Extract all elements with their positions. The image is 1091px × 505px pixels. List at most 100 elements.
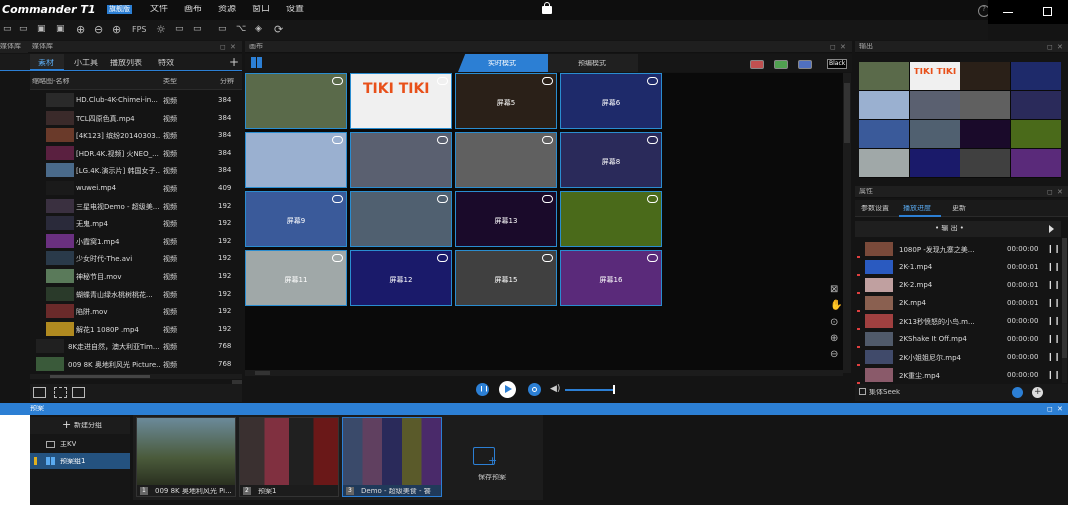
canvas-screen-cell[interactable] [350,191,452,247]
loop-icon[interactable] [437,195,448,203]
canvas-screen-cell[interactable]: 屏幕12 [350,250,452,306]
panel-pin-icon[interactable]: ◻ [220,43,226,51]
menu-settings[interactable]: 设置 [286,5,304,14]
minimize-button[interactable] [988,0,1028,24]
layers-icon[interactable]: ◈ [255,25,262,34]
menu-window[interactable]: 窗口 [252,5,270,14]
canvas-screen-cell[interactable]: 屏幕11 [245,250,347,306]
preset-close-icon[interactable]: ✕ [1057,405,1063,413]
tab-parameters[interactable]: 参数设置 [861,205,889,212]
canvas-screen-cell[interactable]: 屏幕8 [560,132,662,188]
media-row[interactable]: 解花1 1080P .mp4 视频 192 [0,320,238,338]
preset-card-3[interactable]: 3 Demo - 超级美食 - 饕 [342,417,442,497]
playlist-pause-button[interactable]: ❙❙ [1047,316,1060,325]
media-row[interactable]: 无鬼.mp4 视频 192 [0,214,238,232]
preset-group-main[interactable]: 主KV [30,436,130,453]
volume-icon[interactable]: ◀) [550,385,560,394]
loop-icon[interactable] [542,77,553,85]
monitor-icon[interactable]: ▭ [175,25,184,34]
zoom-fit-icon[interactable]: ⊕ [112,24,121,35]
canvas-hscrollbar[interactable] [245,370,843,376]
tab-precompile-mode[interactable]: 预编模式 [548,54,638,72]
fps-button[interactable]: FPS [132,26,147,34]
canvas-pin-icon[interactable]: ◻ [830,43,836,51]
preset-card-2[interactable]: 2 预案1 [239,417,339,497]
canvas-screen-cell[interactable]: 屏幕9 [245,191,347,247]
playlist-item[interactable]: 2K小姐姐尼尔.mp4 00:00:00 ❙❙ [857,348,1062,366]
playlist-item[interactable]: 1080P -发现九寨之美... 00:00:00 ❙❙ [857,240,1062,258]
playlist-pause-button[interactable]: ❙❙ [1047,280,1060,289]
zoom-in-icon[interactable]: ⊕ [76,24,85,35]
loop-icon[interactable] [542,136,553,144]
playlist-pause-button[interactable]: ❙❙ [1047,262,1060,271]
playlist-item[interactable]: 2K-1.mp4 00:00:01 ❙❙ [857,258,1062,276]
media-row[interactable]: [HDR.4K.视频] 火NEO_... 视频 384 [0,144,238,162]
media-row[interactable]: 蝴蝶青山绿水桃树桃花... 视频 192 [0,285,238,303]
media-hscroll-thumb[interactable] [50,375,150,378]
playlist-item[interactable]: 2K13秒愤怒的小鸟.m... 00:00:00 ❙❙ [857,312,1062,330]
loop-icon[interactable] [647,195,658,203]
canvas-zoom-in-icon[interactable]: ⊕ [830,334,838,344]
output-expand-icon[interactable] [1049,225,1054,233]
color-green-swatch[interactable] [774,60,788,69]
tab-live-mode[interactable]: 实时模式 [458,54,548,72]
refresh-icon[interactable]: ⟳ [274,24,283,35]
menu-resource[interactable]: 资源 [218,5,236,14]
media-hscrollbar[interactable] [30,374,242,379]
media-row[interactable]: 009 8K 奥地利风光 Picture... 视频 768 [0,355,238,373]
loop-icon[interactable] [437,136,448,144]
loop-icon[interactable] [332,254,343,262]
tab-playlist[interactable]: 播放列表 [110,59,142,67]
canvas-hscroll-thumb[interactable] [255,371,270,375]
tab-widgets[interactable]: 小工具 [74,59,98,67]
color-blue-swatch[interactable] [798,60,812,69]
canvas-screen-cell[interactable]: 屏幕13 [455,191,557,247]
media-row[interactable]: TCL四原色真.mp4 视频 384 [0,109,238,127]
zoom-out-icon[interactable]: ⊖ [94,24,103,35]
playlist-pause-button[interactable]: ❙❙ [1047,352,1060,361]
canvas-screen-cell[interactable] [245,73,347,129]
timer-icon[interactable] [1012,387,1023,398]
playlist-pause-button[interactable]: ❙❙ [1047,334,1060,343]
hand-icon[interactable]: ✋ [830,301,842,311]
save-icon[interactable]: ▣ [37,25,46,34]
output-pin-icon[interactable]: ◻ [1047,43,1053,51]
loop-icon[interactable] [647,77,658,85]
canvas-screen-cell[interactable] [245,132,347,188]
menu-file[interactable]: 文件 [150,5,168,14]
loop-icon[interactable] [437,254,448,262]
playlist-item[interactable]: 2K重尘.mp4 00:00:00 ❙❙ [857,366,1062,384]
group-seek-checkbox[interactable] [859,388,866,395]
panel-close-icon[interactable]: ✕ [230,43,236,51]
media-row[interactable]: 8K走进自然，澳大利亚Tim... 视频 768 [0,337,238,355]
tab-material[interactable]: 素材 [30,54,64,71]
canvas-screen-cell[interactable]: 屏幕15 [455,250,557,306]
loop-icon[interactable] [437,77,448,85]
loop-icon[interactable] [332,77,343,85]
playlist-item[interactable]: 2K.mp4 00:00:01 ❙❙ [857,294,1062,312]
new-group-button[interactable]: + 新建分组 [30,417,130,434]
playlist-item[interactable]: 2K-2.mp4 00:00:01 ❙❙ [857,276,1062,294]
column-type[interactable]: 类型 [163,78,177,85]
play-button[interactable] [499,381,516,398]
media-row[interactable]: [4K123] 缤纷20140303... 视频 384 [0,126,238,144]
preset-group-1[interactable]: 预案组1 [30,453,130,469]
tab-effects[interactable]: 特效 [158,59,174,67]
canvas-screen-cell[interactable]: 屏幕16 [560,250,662,306]
tab-playback-progress[interactable]: 播放进度 [899,200,941,217]
output-close-icon[interactable]: ✕ [1057,43,1063,51]
restore-button[interactable] [1028,0,1068,24]
black-button[interactable]: Black [827,59,848,69]
canvas-screen-cell[interactable] [560,191,662,247]
output-preview[interactable]: TIKI TIKI [859,62,1061,178]
brightness-icon[interactable]: ☼ [156,24,166,35]
canvas-screen-cell[interactable] [350,132,452,188]
canvas-close-icon[interactable]: ✕ [840,43,846,51]
grid-layout-icon[interactable] [251,57,262,68]
media-row[interactable]: 陷阱.mov 视频 192 [0,302,238,320]
view-thumbnail-icon[interactable] [33,387,46,398]
canvas-screen-cell[interactable] [455,132,557,188]
output-selector[interactable]: • 输 出 • [855,221,1061,237]
view-list-icon[interactable] [54,387,67,398]
media-row[interactable]: 小霞窝1.mp4 视频 192 [0,232,238,250]
